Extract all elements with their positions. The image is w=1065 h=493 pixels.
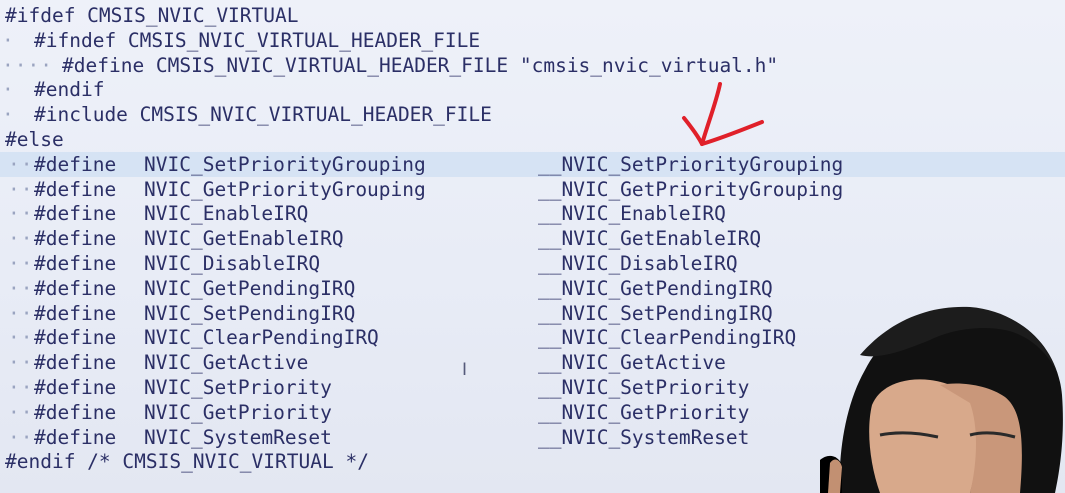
whitespace-indent: · <box>2 28 28 52</box>
whitespace-indent: ·· <box>8 152 34 176</box>
presenter-avatar <box>820 306 1063 493</box>
macro-name: NVIC_SetPriorityGrouping <box>144 152 426 176</box>
macro-target: __NVIC_DisableIRQ <box>538 252 738 275</box>
define-keyword: #define <box>34 301 117 325</box>
define-keyword: #define <box>34 227 117 251</box>
macro-name: NVIC_SetPriority <box>144 376 332 399</box>
code-text: #ifndef CMSIS_NVIC_VIRTUAL_HEADER_FILE <box>34 28 481 52</box>
macro-target: __NVIC_ClearPendingIRQ <box>538 326 797 350</box>
define-keyword: #define <box>34 152 117 176</box>
whitespace-indent: ·· <box>8 276 34 300</box>
code-line[interactable]: #else <box>0 127 1065 152</box>
code-line[interactable]: ···· #define CMSIS_NVIC_VIRTUAL_HEADER_FI… <box>0 53 1065 78</box>
macro-target: __NVIC_SetPendingIRQ <box>538 301 773 325</box>
code-text: #else <box>5 128 64 151</box>
macro-target: __NVIC_GetActive <box>538 351 726 375</box>
whitespace-indent: · <box>2 78 28 102</box>
whitespace-indent: ·· <box>8 425 34 449</box>
whitespace-indent: ·· <box>8 252 34 275</box>
whitespace-indent: ·· <box>8 326 34 350</box>
macro-name: NVIC_GetActive <box>144 351 309 375</box>
code-text: #define CMSIS_NVIC_VIRTUAL_HEADER_FILE "… <box>62 53 779 77</box>
macro-name: NVIC_GetPendingIRQ <box>144 276 356 300</box>
code-line[interactable]: · #endif <box>0 77 1065 102</box>
code-text: #endif <box>34 78 105 102</box>
whitespace-indent: ·· <box>8 227 34 251</box>
define-keyword: #define <box>34 202 117 226</box>
macro-target: __NVIC_EnableIRQ <box>538 202 726 226</box>
whitespace-indent: ·· <box>8 177 34 201</box>
define-keyword: #define <box>34 177 117 201</box>
whitespace-indent: ·· <box>8 376 34 399</box>
define-keyword: #define <box>34 376 117 399</box>
code-line[interactable]: · #ifndef CMSIS_NVIC_VIRTUAL_HEADER_FILE <box>0 28 1065 53</box>
code-line[interactable]: ·· #define NVIC_EnableIRQ __NVIC_EnableIRQ <box>0 201 1065 226</box>
code-text: #include CMSIS_NVIC_VIRTUAL_HEADER_FILE <box>34 103 492 127</box>
macro-name: NVIC_EnableIRQ <box>144 202 309 226</box>
code-line[interactable]: ·· #define NVIC_GetPriorityGrouping __NVIC_… <box>0 177 1065 202</box>
arrow-icon <box>682 82 764 146</box>
macro-name: NVIC_GetPriority <box>144 400 332 424</box>
define-keyword: #define <box>34 400 117 424</box>
code-line[interactable]: ·· #define NVIC_SetPriorityGrouping __NVIC_… <box>0 151 1065 177</box>
macro-target: __NVIC_SetPriority <box>538 376 750 399</box>
whitespace-indent: ·· <box>8 202 34 226</box>
whitespace-indent: ·· <box>8 400 34 424</box>
code-text: #endif /* CMSIS_NVIC_VIRTUAL */ <box>5 450 369 474</box>
whitespace-indent: · <box>2 103 28 127</box>
define-keyword: #define <box>34 351 117 375</box>
macro-name: NVIC_GetEnableIRQ <box>144 227 344 251</box>
macro-name: NVIC_SystemReset <box>144 425 332 449</box>
code-line[interactable]: ·· #define NVIC_GetEnableIRQ __NVIC_GetEnab… <box>0 226 1065 251</box>
whitespace-indent: ·· <box>8 301 34 325</box>
code-line[interactable]: ·· #define NVIC_DisableIRQ __NVIC_DisableIR… <box>0 251 1065 276</box>
macro-name: NVIC_GetPriorityGrouping <box>144 177 426 201</box>
macro-target: __NVIC_GetPendingIRQ <box>538 276 773 300</box>
define-keyword: #define <box>34 252 117 275</box>
code-line[interactable]: #ifdef CMSIS_NVIC_VIRTUAL <box>0 3 1065 28</box>
text-cursor-icon: I <box>462 360 468 380</box>
define-keyword: #define <box>34 326 117 350</box>
macro-name: NVIC_SetPendingIRQ <box>144 301 356 325</box>
define-keyword: #define <box>34 425 117 449</box>
whitespace-indent: ·· <box>8 351 34 375</box>
macro-name: NVIC_DisableIRQ <box>144 252 321 275</box>
macro-target: __NVIC_GetEnableIRQ <box>538 227 762 251</box>
macro-target: __NVIC_GetPriorityGrouping <box>538 177 844 201</box>
whitespace-indent: ···· <box>2 53 53 77</box>
macro-target: __NVIC_SystemReset <box>538 425 750 449</box>
code-line[interactable]: · #include CMSIS_NVIC_VIRTUAL_HEADER_FIL… <box>0 102 1065 127</box>
code-text: #ifdef CMSIS_NVIC_VIRTUAL <box>5 4 299 27</box>
macro-target: __NVIC_GetPriority <box>538 400 750 424</box>
define-keyword: #define <box>34 276 117 300</box>
macro-name: NVIC_ClearPendingIRQ <box>144 326 379 350</box>
